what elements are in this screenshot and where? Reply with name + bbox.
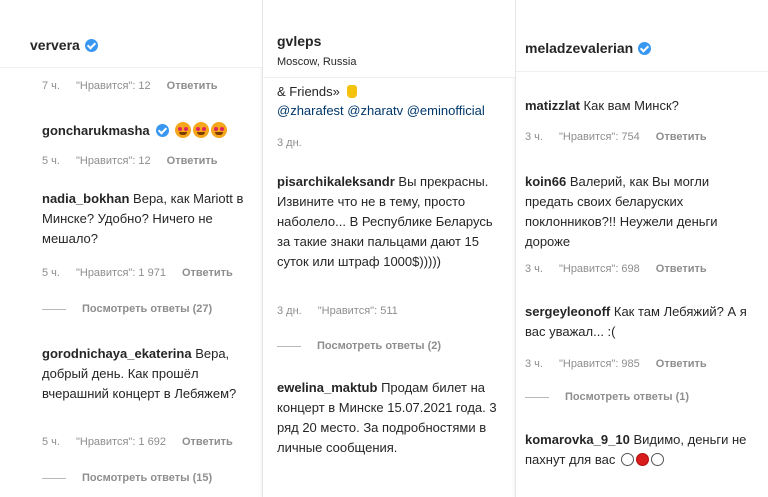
comment-meta: 3 дн. "Нравится": 511 <box>277 305 414 317</box>
reply-button[interactable]: Ответить <box>167 155 218 167</box>
author-username[interactable]: ververa <box>30 37 80 53</box>
comment-meta: 7 ч. "Нравится": 12 Ответить <box>42 80 234 92</box>
caption-text: & Friends» <box>277 84 340 99</box>
comment-username[interactable]: sergeyleonoff <box>525 304 610 319</box>
comment-username[interactable]: pisarchikaleksandr <box>277 174 395 189</box>
comment-likes[interactable]: "Нравится": 1 692 <box>76 436 166 448</box>
comment-meta: 5 ч. "Нравится": 1 971 Ответить <box>42 267 249 279</box>
post-author[interactable]: ververa <box>30 37 98 53</box>
red-circle-emoji-icon <box>635 453 649 466</box>
comment: ewelina_maktub Продам билет на концерт в… <box>277 378 507 458</box>
star-struck-emoji-icon <box>174 122 191 138</box>
comments-panel-ververa: ververa 7 ч. "Нравится": 12 Ответить gon… <box>0 0 262 497</box>
post-header: gvleps Moscow, Russia <box>263 0 515 78</box>
author-username[interactable]: meladzevalerian <box>525 40 633 56</box>
reply-button[interactable]: Ответить <box>656 358 707 370</box>
reply-button[interactable]: Ответить <box>656 131 707 143</box>
comment: sergeyleonoff Как там Лебяжий? А я вас у… <box>525 302 761 342</box>
comment-meta: 5 ч. "Нравится": 12 Ответить <box>42 155 234 167</box>
view-replies-label[interactable]: Посмотреть ответы (15) <box>82 472 212 484</box>
view-replies-label[interactable]: Посмотреть ответы (1) <box>565 391 689 403</box>
replies-divider <box>42 308 66 310</box>
post-author[interactable]: gvleps <box>277 33 321 49</box>
comment-time: 3 ч. <box>525 358 543 370</box>
white-circle-emoji-icon <box>620 453 634 466</box>
post-header: ververa <box>0 0 262 68</box>
comment: goncharukmasha <box>42 121 252 141</box>
view-replies-label[interactable]: Посмотреть ответы (2) <box>317 340 441 352</box>
comment-text: Как вам Минск? <box>583 98 679 113</box>
comment-likes[interactable]: "Нравится": 12 <box>76 155 151 167</box>
caption-mentions[interactable]: @zharafest @zharatv @eminofficial <box>277 101 513 120</box>
post-caption: & Friends» @zharafest @zharatv @eminoffi… <box>277 82 513 120</box>
view-replies-button[interactable]: Посмотреть ответы (2) <box>277 340 441 352</box>
comment-likes[interactable]: "Нравится": 1 971 <box>76 267 166 279</box>
reply-button[interactable]: Ответить <box>182 267 233 279</box>
comment-meta: 3 ч. "Нравится": 754 Ответить <box>525 131 723 143</box>
comment-time: 3 ч. <box>525 263 543 275</box>
comment-username[interactable]: goncharukmasha <box>42 123 150 138</box>
post-header: meladzevalerian <box>516 0 768 72</box>
comment-username[interactable]: ewelina_maktub <box>277 380 377 395</box>
caption-time: 3 дн. <box>277 137 302 149</box>
verified-badge-icon <box>638 41 652 55</box>
reply-button[interactable]: Ответить <box>182 436 233 448</box>
comment-time: 3 дн. <box>277 305 302 317</box>
comment-time: 7 ч. <box>42 80 60 92</box>
white-circle-emoji-icon <box>650 453 664 466</box>
replies-divider <box>42 477 66 479</box>
comment-likes[interactable]: "Нравится": 754 <box>559 131 640 143</box>
comment-meta: 5 ч. "Нравится": 1 692 Ответить <box>42 436 249 448</box>
comment: pisarchikaleksandr Вы прекрасны. Извинит… <box>277 172 507 272</box>
post-location[interactable]: Moscow, Russia <box>277 56 356 68</box>
verified-badge-icon <box>84 38 98 52</box>
verified-badge-icon <box>156 124 170 137</box>
reply-button[interactable]: Ответить <box>656 263 707 275</box>
view-replies-button[interactable]: Посмотреть ответы (15) <box>42 472 212 484</box>
comment: nadia_bokhan Вера, как Mariott в Минске?… <box>42 189 252 249</box>
comment-likes[interactable]: "Нравится": 511 <box>318 305 398 317</box>
comment-username[interactable]: gorodnichaya_ekaterina <box>42 346 192 361</box>
replies-divider <box>525 396 549 398</box>
comment: komarovka_9_10 Видимо, деньги не пахнут … <box>525 430 761 470</box>
view-replies-label[interactable]: Посмотреть ответы (27) <box>82 303 212 315</box>
comment-username[interactable]: nadia_bokhan <box>42 191 129 206</box>
comment-likes[interactable]: "Нравится": 985 <box>559 358 640 370</box>
comment-time: 5 ч. <box>42 436 60 448</box>
comment-username[interactable]: komarovka_9_10 <box>525 432 630 447</box>
replies-divider <box>277 345 301 347</box>
view-replies-button[interactable]: Посмотреть ответы (27) <box>42 303 212 315</box>
comment-time: 5 ч. <box>42 155 60 167</box>
comment-meta: 3 ч. "Нравится": 985 Ответить <box>525 358 723 370</box>
comment-meta: 3 ч. "Нравится": 698 Ответить <box>525 263 723 275</box>
comment-time: 3 ч. <box>525 131 543 143</box>
comments-panel-gvleps: gvleps Moscow, Russia & Friends» @zharaf… <box>262 0 515 497</box>
hand-gesture-emoji-icon <box>346 85 357 98</box>
view-replies-button[interactable]: Посмотреть ответы (1) <box>525 391 689 403</box>
post-author[interactable]: meladzevalerian <box>525 40 652 56</box>
star-struck-emoji-icon <box>210 122 227 138</box>
comment: koin66 Валерий, как Вы могли предать сво… <box>525 172 761 252</box>
author-username[interactable]: gvleps <box>277 33 321 49</box>
comment-time: 5 ч. <box>42 267 60 279</box>
comment-likes[interactable]: "Нравится": 698 <box>559 263 640 275</box>
caption-meta: 3 дн. <box>277 137 318 149</box>
comment: gorodnichaya_ekaterina Вера, добрый день… <box>42 344 252 404</box>
comment: matizzlat Как вам Минск? <box>525 96 761 116</box>
comment-username[interactable]: matizzlat <box>525 98 580 113</box>
star-struck-emoji-icon <box>192 122 209 138</box>
comments-panel-meladzevalerian: meladzevalerian matizzlat Как вам Минск?… <box>515 0 768 497</box>
comment-likes[interactable]: "Нравится": 12 <box>76 80 151 92</box>
reply-button[interactable]: Ответить <box>167 80 218 92</box>
comment-username[interactable]: koin66 <box>525 174 566 189</box>
